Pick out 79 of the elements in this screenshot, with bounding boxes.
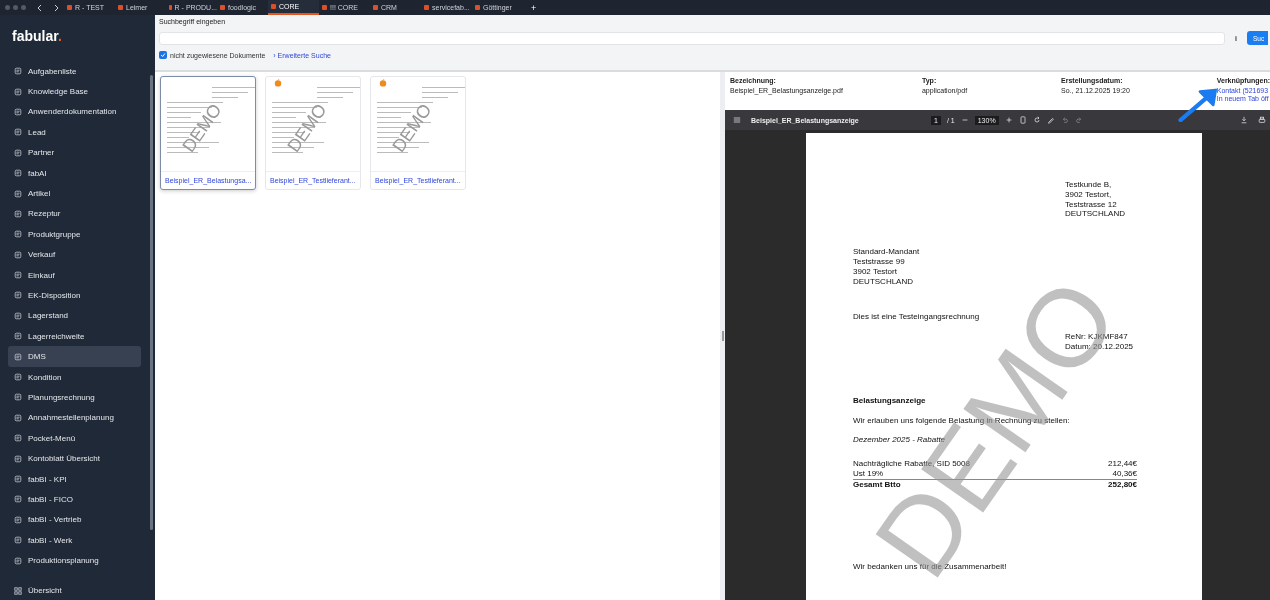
document-icon xyxy=(14,271,22,280)
document-icon xyxy=(14,148,22,157)
sidebar-item[interactable]: Produktgruppe xyxy=(8,224,141,245)
download-icon[interactable] xyxy=(1240,116,1248,124)
document-icon xyxy=(14,107,22,116)
line-amount: 252,80€ xyxy=(1108,479,1137,490)
recipient-address-line: Testkunde B, xyxy=(1065,180,1113,190)
document-icon xyxy=(14,536,22,545)
line-amount: 212,44€ xyxy=(1108,459,1137,469)
document-icon xyxy=(14,230,22,239)
sidebar-item[interactable]: DMS xyxy=(8,346,141,367)
sidebar-item[interactable]: Aufgabenliste xyxy=(8,61,141,82)
document-icon xyxy=(14,454,22,463)
document-icon xyxy=(14,332,22,341)
sidebar-item[interactable]: fabBI - KPI xyxy=(8,468,141,490)
line-amount: 40,36€ xyxy=(1112,468,1137,479)
sidebar-item[interactable]: Anwenderdokumentation xyxy=(8,101,141,123)
document-icon xyxy=(14,189,22,198)
document-icon xyxy=(14,373,22,382)
document-icon xyxy=(14,495,22,504)
new-tab-button[interactable]: + xyxy=(531,2,537,13)
back-icon[interactable] xyxy=(36,3,44,12)
sidebar-item[interactable]: Verkauf xyxy=(8,244,141,265)
sidebar-item[interactable]: Lagerstand xyxy=(8,305,141,327)
sidebar-item[interactable]: Kondition xyxy=(8,366,141,388)
redo-icon[interactable] xyxy=(1074,116,1083,124)
document-icon xyxy=(14,87,22,96)
document-icon xyxy=(14,250,22,259)
sidebar-item[interactable]: Pocket-Menü xyxy=(8,428,141,449)
grid-icon xyxy=(14,586,22,595)
fit-page-icon[interactable] xyxy=(1018,116,1027,124)
document-icon xyxy=(14,169,22,178)
document-icon xyxy=(14,128,22,137)
sidebar-item[interactable]: Annahmestellenplanung xyxy=(8,407,141,429)
sidebar-item[interactable]: Einkauf xyxy=(8,264,141,286)
sidebar-item[interactable]: Produktionsplanung xyxy=(8,550,141,571)
logo: fabular. xyxy=(11,27,63,46)
checkbox[interactable] xyxy=(159,51,167,59)
annotate-icon[interactable] xyxy=(1046,116,1055,124)
zoom-in-icon[interactable] xyxy=(1004,116,1013,124)
sidebar-item[interactable]: Artikel xyxy=(8,183,141,204)
document-icon xyxy=(14,209,22,218)
document-icon xyxy=(14,311,22,320)
sender-address-line: DEUTSCHLAND xyxy=(853,276,914,287)
sender-address-line: Standard-Mandant xyxy=(853,247,921,257)
recipient-address-line: DEUTSCHLAND xyxy=(1065,209,1126,220)
sidebar-item[interactable]: fabBI - Werk xyxy=(8,530,141,551)
rotate-icon[interactable] xyxy=(1032,116,1041,124)
document-icon xyxy=(14,291,22,300)
undo-icon[interactable] xyxy=(1060,116,1069,124)
document-icon xyxy=(14,475,22,483)
sidebar-item[interactable]: Übersicht xyxy=(8,580,141,600)
recipient-address-line: Teststrasse 12 xyxy=(1065,199,1118,210)
sidebar-item[interactable]: Lagerreichweite xyxy=(8,326,141,347)
sidebar-item[interactable]: fabAI xyxy=(8,162,141,184)
document-icon xyxy=(14,352,22,361)
sidebar-item[interactable]: fabBI - Vertrieb xyxy=(8,509,141,530)
document-icon xyxy=(14,515,22,524)
zoom-out-icon[interactable] xyxy=(960,116,969,124)
menu-icon[interactable] xyxy=(733,116,741,124)
document-icon xyxy=(14,556,22,565)
sidebar-item[interactable]: EK-Disposition xyxy=(8,285,141,306)
sidebar-item[interactable]: Partner xyxy=(8,142,141,163)
document-icon xyxy=(14,413,22,422)
search-field[interactable] xyxy=(159,31,1225,45)
sidebar-item[interactable]: Rezeptur xyxy=(8,203,141,225)
document-icon xyxy=(14,393,22,402)
forward-icon[interactable] xyxy=(52,3,60,12)
sidebar-item[interactable]: Kontoblatt Übersicht xyxy=(8,448,141,469)
sender-address-line: 3902 Testort xyxy=(853,266,898,277)
sender-address-line: Teststrasse 99 xyxy=(853,257,906,267)
document-icon xyxy=(14,434,22,443)
sidebar-item[interactable]: Planungsrechnung xyxy=(8,387,141,408)
recipient-address-line: 3902 Testort, xyxy=(1065,189,1113,200)
sidebar-item[interactable]: Knowledge Base xyxy=(8,81,141,102)
sidebar-item[interactable]: fabBI - FICO xyxy=(8,489,141,510)
print-icon[interactable] xyxy=(1258,116,1266,124)
sidebar-item[interactable]: Lead xyxy=(8,122,141,143)
document-icon xyxy=(14,67,22,76)
